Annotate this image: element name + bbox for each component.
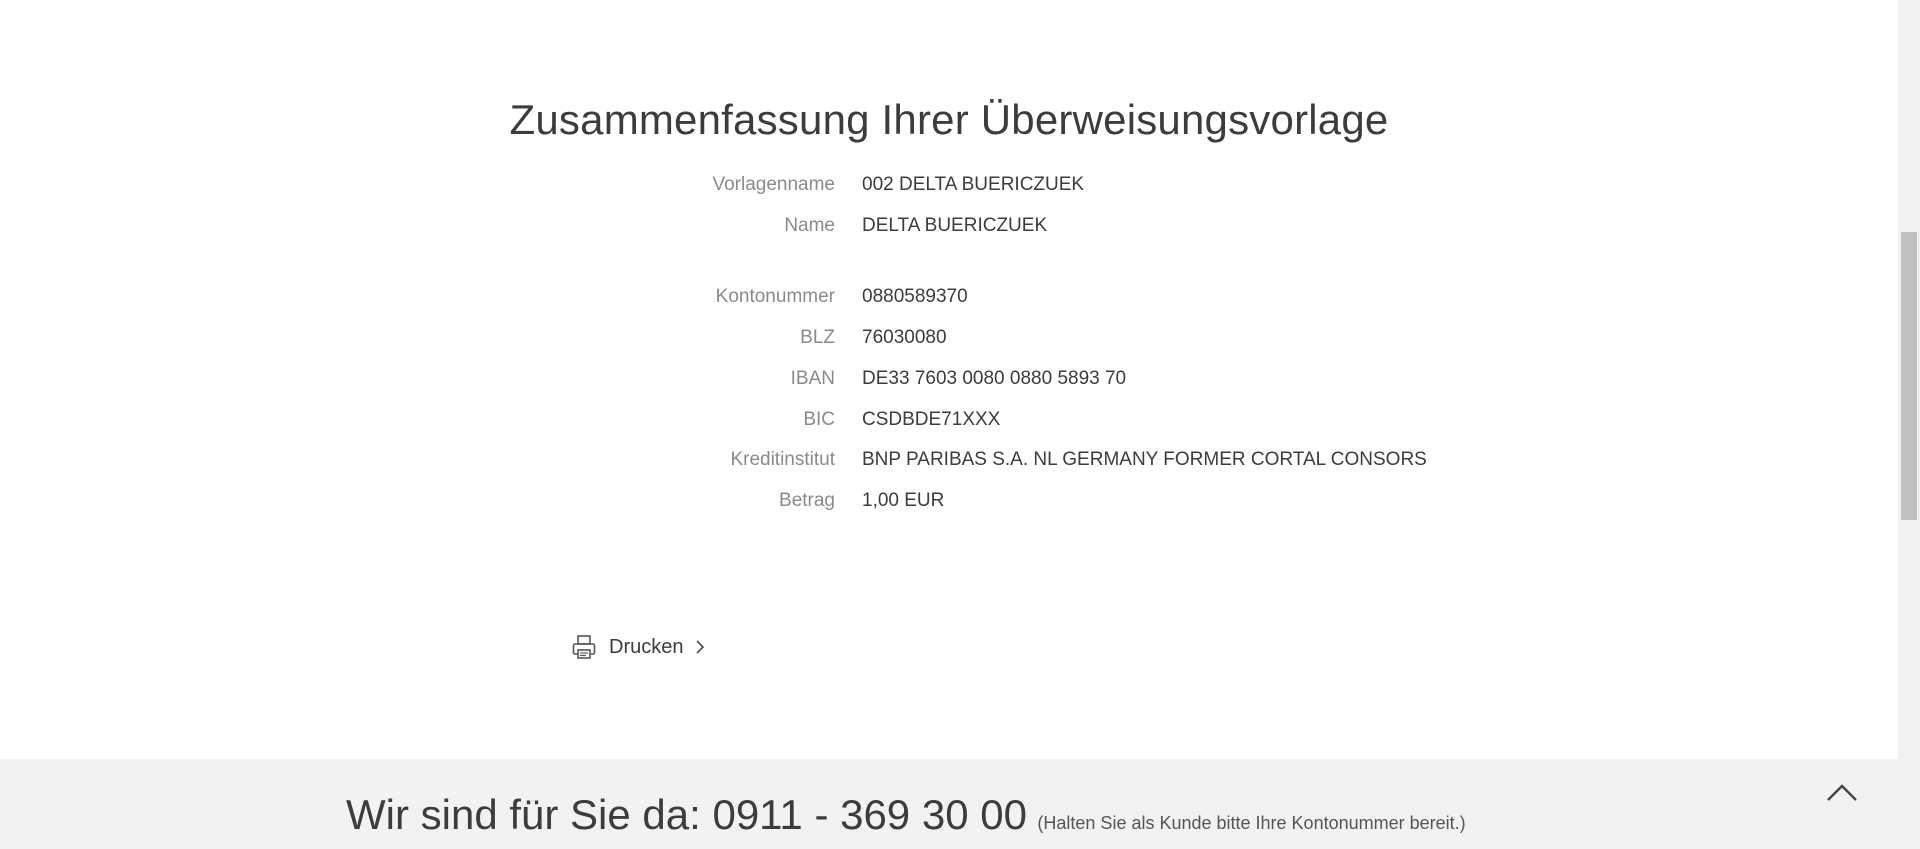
summary-row-blz: BLZ 76030080 (560, 323, 1460, 353)
row-label: BIC (803, 409, 835, 430)
row-label: Vorlagenname (712, 174, 835, 195)
summary-row-iban: IBAN DE33 7603 0080 0880 5893 70 (560, 364, 1460, 394)
row-value: BNP PARIBAS S.A. NL GERMANY FORMER CORTA… (862, 449, 1427, 470)
hotline-note: (Halten Sie als Kunde bitte Ihre Kontonu… (1037, 813, 1466, 833)
main-content: Zusammenfassung Ihrer Überweisungsvorlag… (0, 0, 1898, 759)
hotline-headline: Wir sind für Sie da: 0911 - 369 30 00 (346, 791, 1027, 838)
row-value: CSDBDE71XXX (862, 409, 1001, 430)
print-link[interactable]: Drucken (571, 632, 707, 662)
page: Zusammenfassung Ihrer Überweisungsvorlag… (0, 0, 1920, 849)
chevron-right-icon (693, 638, 707, 656)
back-to-top-button[interactable] (1824, 778, 1860, 806)
summary-row-name: Name DELTA BUERICZUEK (560, 211, 1460, 241)
printer-icon (571, 634, 597, 660)
row-value: DELTA BUERICZUEK (862, 215, 1048, 236)
chevron-up-icon (1827, 784, 1857, 801)
row-label: BLZ (800, 327, 835, 348)
page-title: Zusammenfassung Ihrer Überweisungsvorlag… (509, 96, 1389, 143)
summary-row-bic: BIC CSDBDE71XXX (560, 405, 1460, 435)
row-label: IBAN (790, 368, 835, 389)
row-value: 1,00 EUR (862, 490, 945, 511)
row-label: Kontonummer (715, 286, 835, 307)
row-label: Kreditinstitut (730, 449, 835, 470)
summary-row-account-number: Kontonummer 0880589370 (560, 282, 1460, 312)
contact-info: Wir sind für Sie da: 0911 - 369 30 00 (H… (346, 791, 1466, 839)
footer: Wir sind für Sie da: 0911 - 369 30 00 (H… (0, 759, 1898, 849)
summary-row-template-name: Vorlagenname 002 DELTA BUERICZUEK (560, 170, 1460, 200)
row-label: Name (784, 215, 835, 236)
vertical-scrollbar[interactable] (1898, 0, 1920, 849)
scrollbar-thumb[interactable] (1901, 232, 1917, 520)
print-label: Drucken (609, 635, 684, 658)
row-value: 76030080 (862, 327, 947, 348)
row-value: 002 DELTA BUERICZUEK (862, 174, 1085, 195)
row-value: 0880589370 (862, 286, 968, 307)
summary-row-bank: Kreditinstitut BNP PARIBAS S.A. NL GERMA… (560, 445, 1460, 475)
summary-row-amount: Betrag 1,00 EUR (560, 486, 1460, 516)
row-label: Betrag (779, 490, 835, 511)
row-value: DE33 7603 0080 0880 5893 70 (862, 368, 1127, 389)
